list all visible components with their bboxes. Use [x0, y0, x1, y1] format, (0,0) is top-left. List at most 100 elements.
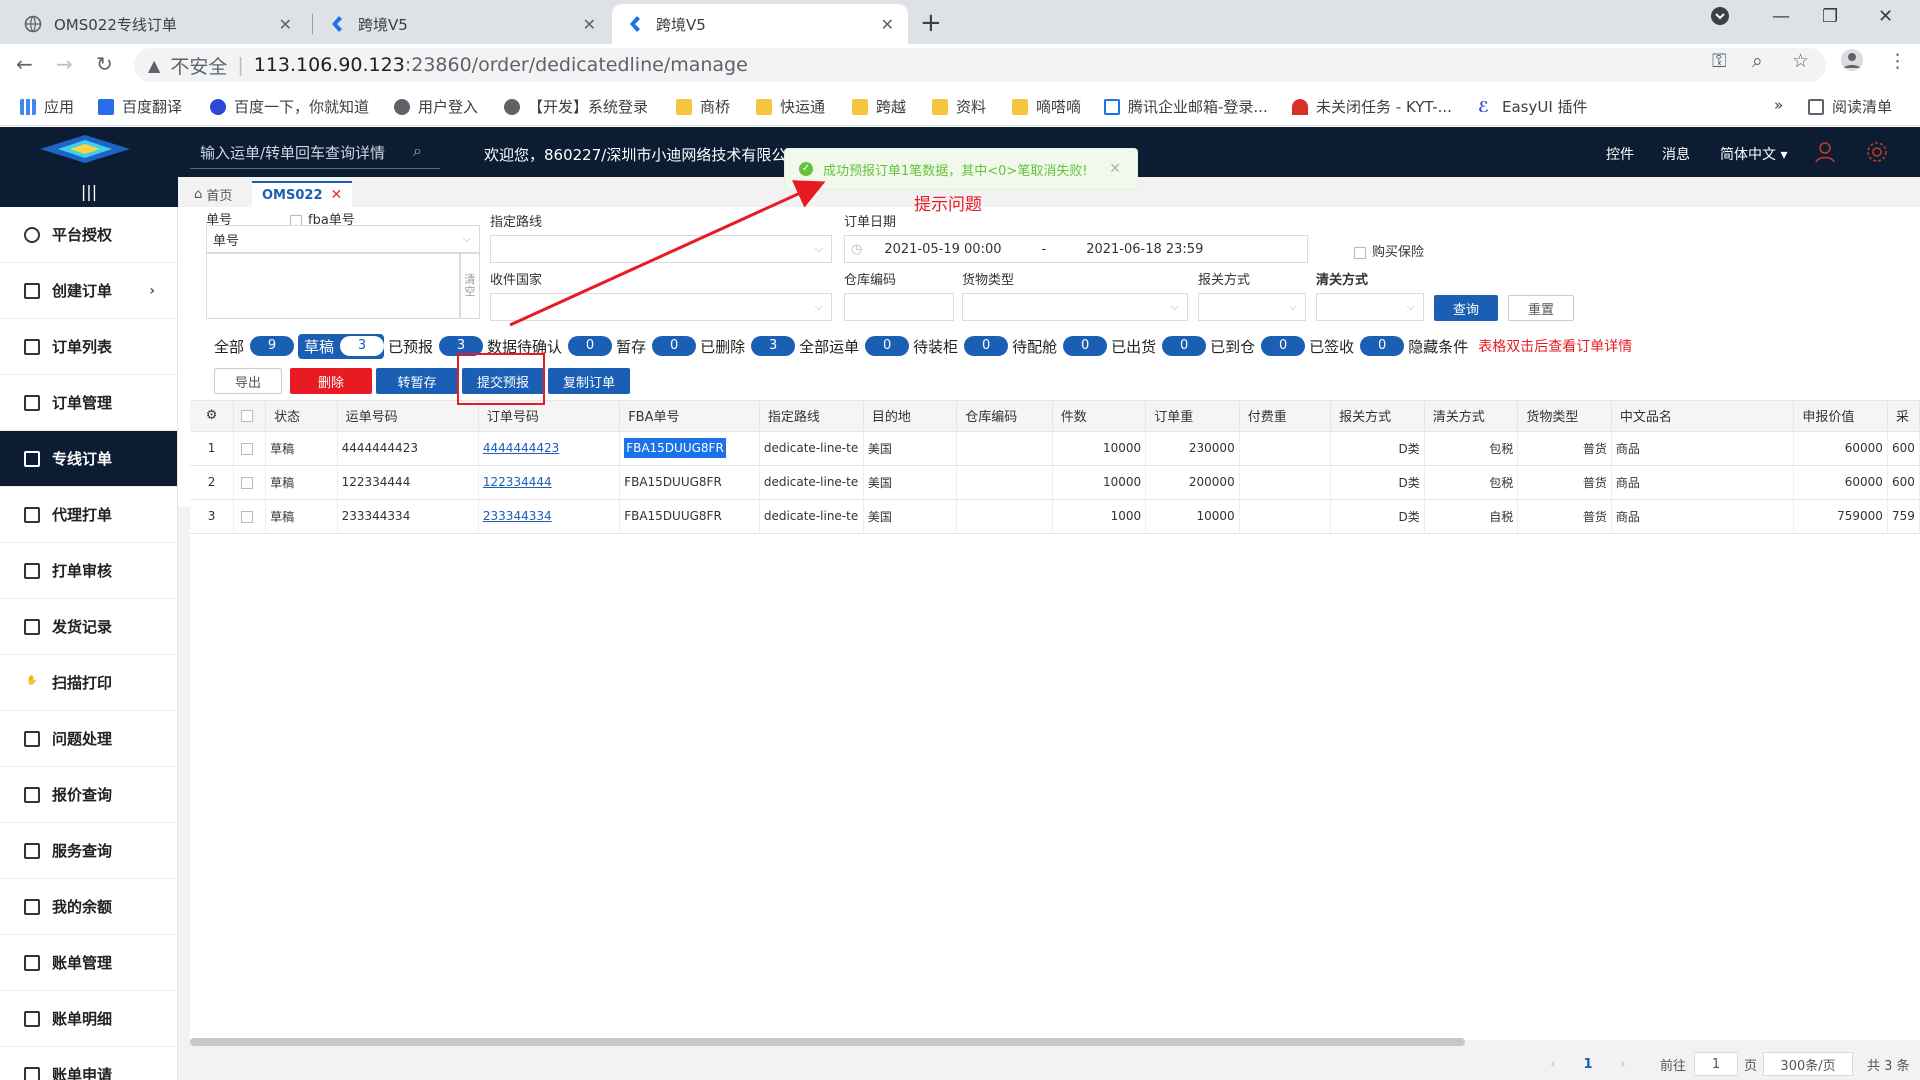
row-checkbox[interactable]: [233, 499, 267, 534]
column-header[interactable]: 状态: [265, 401, 338, 432]
status-tab-to-load[interactable]: 待装柜 0: [913, 336, 1009, 357]
browser-tab-kuajing-2[interactable]: 跨境V5 ✕: [612, 4, 908, 44]
waybill-search-input[interactable]: 输入运单/转单回车查询详情 ⌕: [190, 137, 440, 169]
bookmark-item[interactable]: 商桥: [676, 96, 730, 117]
browser-menu-icon[interactable]: ⋮: [1888, 50, 1907, 72]
browser-tab-oms022[interactable]: OMS022专线订单 ✕: [10, 4, 306, 44]
table-row[interactable]: 2 草稿 122334444 122334444 FBA15DUUG8FR de…: [190, 465, 1920, 500]
bookmark-item[interactable]: 资料: [932, 96, 986, 117]
copy-order-button[interactable]: 复制订单: [548, 368, 630, 394]
order-no-link[interactable]: 233344334: [483, 509, 552, 523]
sidebar-item-print-review[interactable]: 打单审核: [0, 543, 177, 599]
status-tab-to-stow[interactable]: 待配舱 0: [1012, 336, 1108, 357]
clearance-select[interactable]: ⌵: [1316, 293, 1424, 321]
language-select[interactable]: 简体中文 ▾: [1720, 144, 1787, 164]
reload-icon[interactable]: ↻: [96, 52, 113, 76]
column-header[interactable]: 件数: [1052, 401, 1147, 432]
status-tab-all[interactable]: 全部 9: [214, 336, 295, 357]
checkbox[interactable]: [240, 442, 253, 455]
close-tab-icon[interactable]: ✕: [279, 15, 292, 34]
reset-button[interactable]: 重置: [1508, 295, 1574, 321]
column-header[interactable]: 运单号码: [337, 401, 479, 432]
tab-oms022[interactable]: OMS022 ✕: [252, 181, 353, 207]
date-range-picker[interactable]: ◷ 2021-05-19 00:00 - 2021-06-18 23:59: [844, 235, 1308, 263]
browser-tab-kuajing-1[interactable]: 跨境V5 ✕: [314, 4, 610, 44]
bookmark-star-icon[interactable]: ☆: [1792, 50, 1809, 72]
next-page-icon[interactable]: ›: [1621, 1057, 1626, 1072]
status-tab-arrived[interactable]: 已到仓 0: [1210, 336, 1306, 357]
order-no-textarea[interactable]: [206, 253, 460, 319]
sidebar-item-scan-print[interactable]: ✋ 扫描打印: [0, 655, 177, 711]
order-no-link[interactable]: 122334444: [483, 475, 552, 489]
column-header[interactable]: 采: [1887, 401, 1920, 432]
column-header[interactable]: 中文品名: [1611, 401, 1795, 432]
route-select[interactable]: ⌵: [490, 235, 832, 263]
sidebar-item-order-list[interactable]: 订单列表: [0, 319, 177, 375]
sidebar-item-price-query[interactable]: 报价查询: [0, 767, 177, 823]
goto-page-input[interactable]: 1: [1694, 1052, 1739, 1076]
bookmark-item[interactable]: 嘀嗒嘀: [1012, 96, 1081, 117]
sidebar-item-create-order[interactable]: 创建订单 ›: [0, 263, 177, 319]
column-header[interactable]: 货物类型: [1517, 401, 1612, 432]
bookmark-item[interactable]: 未关闭任务 - KYT-...: [1292, 96, 1452, 117]
order-no-link[interactable]: 4444444423: [483, 441, 559, 455]
declare-select[interactable]: ⌵: [1198, 293, 1306, 321]
order-no-type-select[interactable]: 单号 ⌵: [206, 225, 480, 253]
bookmark-item[interactable]: 用户登入: [394, 96, 478, 117]
row-checkbox[interactable]: [233, 431, 267, 466]
toast-close-icon[interactable]: ✕: [1109, 161, 1121, 177]
sidebar-item-shipping-record[interactable]: 发货记录: [0, 599, 177, 655]
bookmark-item[interactable]: 腾讯企业邮箱-登录...: [1104, 96, 1268, 117]
select-all-checkbox[interactable]: [233, 401, 267, 432]
sidebar-item-dedicated-line[interactable]: 专线订单: [0, 431, 177, 487]
sidebar-item-agent-print[interactable]: 代理打单: [0, 487, 177, 543]
window-close-icon[interactable]: ✕: [1878, 6, 1893, 27]
user-avatar-icon[interactable]: [1814, 141, 1836, 167]
delete-button[interactable]: 删除: [290, 368, 372, 394]
country-select[interactable]: ⌵: [490, 293, 832, 321]
status-tab-all-waybills[interactable]: 全部运单 0: [799, 336, 910, 357]
sidebar-toggle[interactable]: |||: [0, 177, 178, 207]
checkbox[interactable]: [1354, 246, 1366, 259]
sidebar-item-bill-detail[interactable]: 账单明细: [0, 991, 177, 1047]
column-settings-icon[interactable]: ⚙: [190, 401, 235, 432]
table-row[interactable]: 1 草稿 4444444423 4444444423 FBA15DUUG8FR …: [190, 431, 1920, 466]
profile-dropdown-icon[interactable]: [1710, 6, 1730, 31]
checkbox[interactable]: [240, 409, 253, 422]
bookmark-item[interactable]: 【开发】系统登录: [504, 96, 648, 117]
close-icon[interactable]: ✕: [331, 187, 343, 203]
sidebar-item-service-query[interactable]: 服务查询: [0, 823, 177, 879]
close-tab-icon[interactable]: ✕: [583, 15, 596, 34]
address-bar[interactable]: ▲ 不安全 | 113.106.90.123 :23860/order/dedi…: [134, 48, 1826, 82]
column-header[interactable]: FBA单号: [619, 401, 760, 432]
bookmark-apps[interactable]: 应用: [20, 96, 74, 117]
restore-icon[interactable]: ❐: [1822, 6, 1838, 27]
sidebar-item-issues[interactable]: 问题处理: [0, 711, 177, 767]
bookmarks-overflow[interactable]: »: [1774, 96, 1783, 114]
messages-link[interactable]: 消息: [1662, 144, 1690, 164]
status-tab-temp[interactable]: 暂存 0: [616, 336, 697, 357]
status-tab-draft[interactable]: 草稿 3: [298, 333, 385, 359]
checkbox[interactable]: [240, 510, 253, 523]
status-tab-signed[interactable]: 已签收 0: [1309, 336, 1405, 357]
back-icon[interactable]: ←: [16, 52, 33, 76]
checkbox[interactable]: [240, 476, 253, 489]
column-header[interactable]: 订单重: [1145, 401, 1240, 432]
hide-conditions-toggle[interactable]: 隐藏条件: [1408, 336, 1468, 357]
to-temp-button[interactable]: 转暂存: [376, 368, 458, 394]
sidebar-item-bill-apply[interactable]: 账单申请: [0, 1047, 177, 1080]
column-header[interactable]: 清关方式: [1424, 401, 1519, 432]
column-header[interactable]: 申报价值: [1793, 401, 1888, 432]
bookmark-item[interactable]: 百度一下，你就知道: [210, 96, 369, 117]
sidebar-item-balance[interactable]: 我的余额: [0, 879, 177, 935]
account-avatar-icon[interactable]: [1840, 48, 1864, 77]
zoom-icon[interactable]: ⌕: [1752, 50, 1763, 72]
reading-list[interactable]: 阅读清单: [1808, 96, 1892, 117]
insurance-checkbox[interactable]: 购买保险: [1354, 241, 1424, 260]
bookmark-item[interactable]: 跨越: [852, 96, 906, 117]
column-header[interactable]: 指定路线: [759, 401, 864, 432]
column-header[interactable]: 目的地: [863, 401, 958, 432]
status-tab-shipped[interactable]: 已出货 0: [1111, 336, 1207, 357]
warehouse-input[interactable]: [844, 293, 954, 321]
bookmark-item[interactable]: 百度翻译: [98, 96, 182, 117]
